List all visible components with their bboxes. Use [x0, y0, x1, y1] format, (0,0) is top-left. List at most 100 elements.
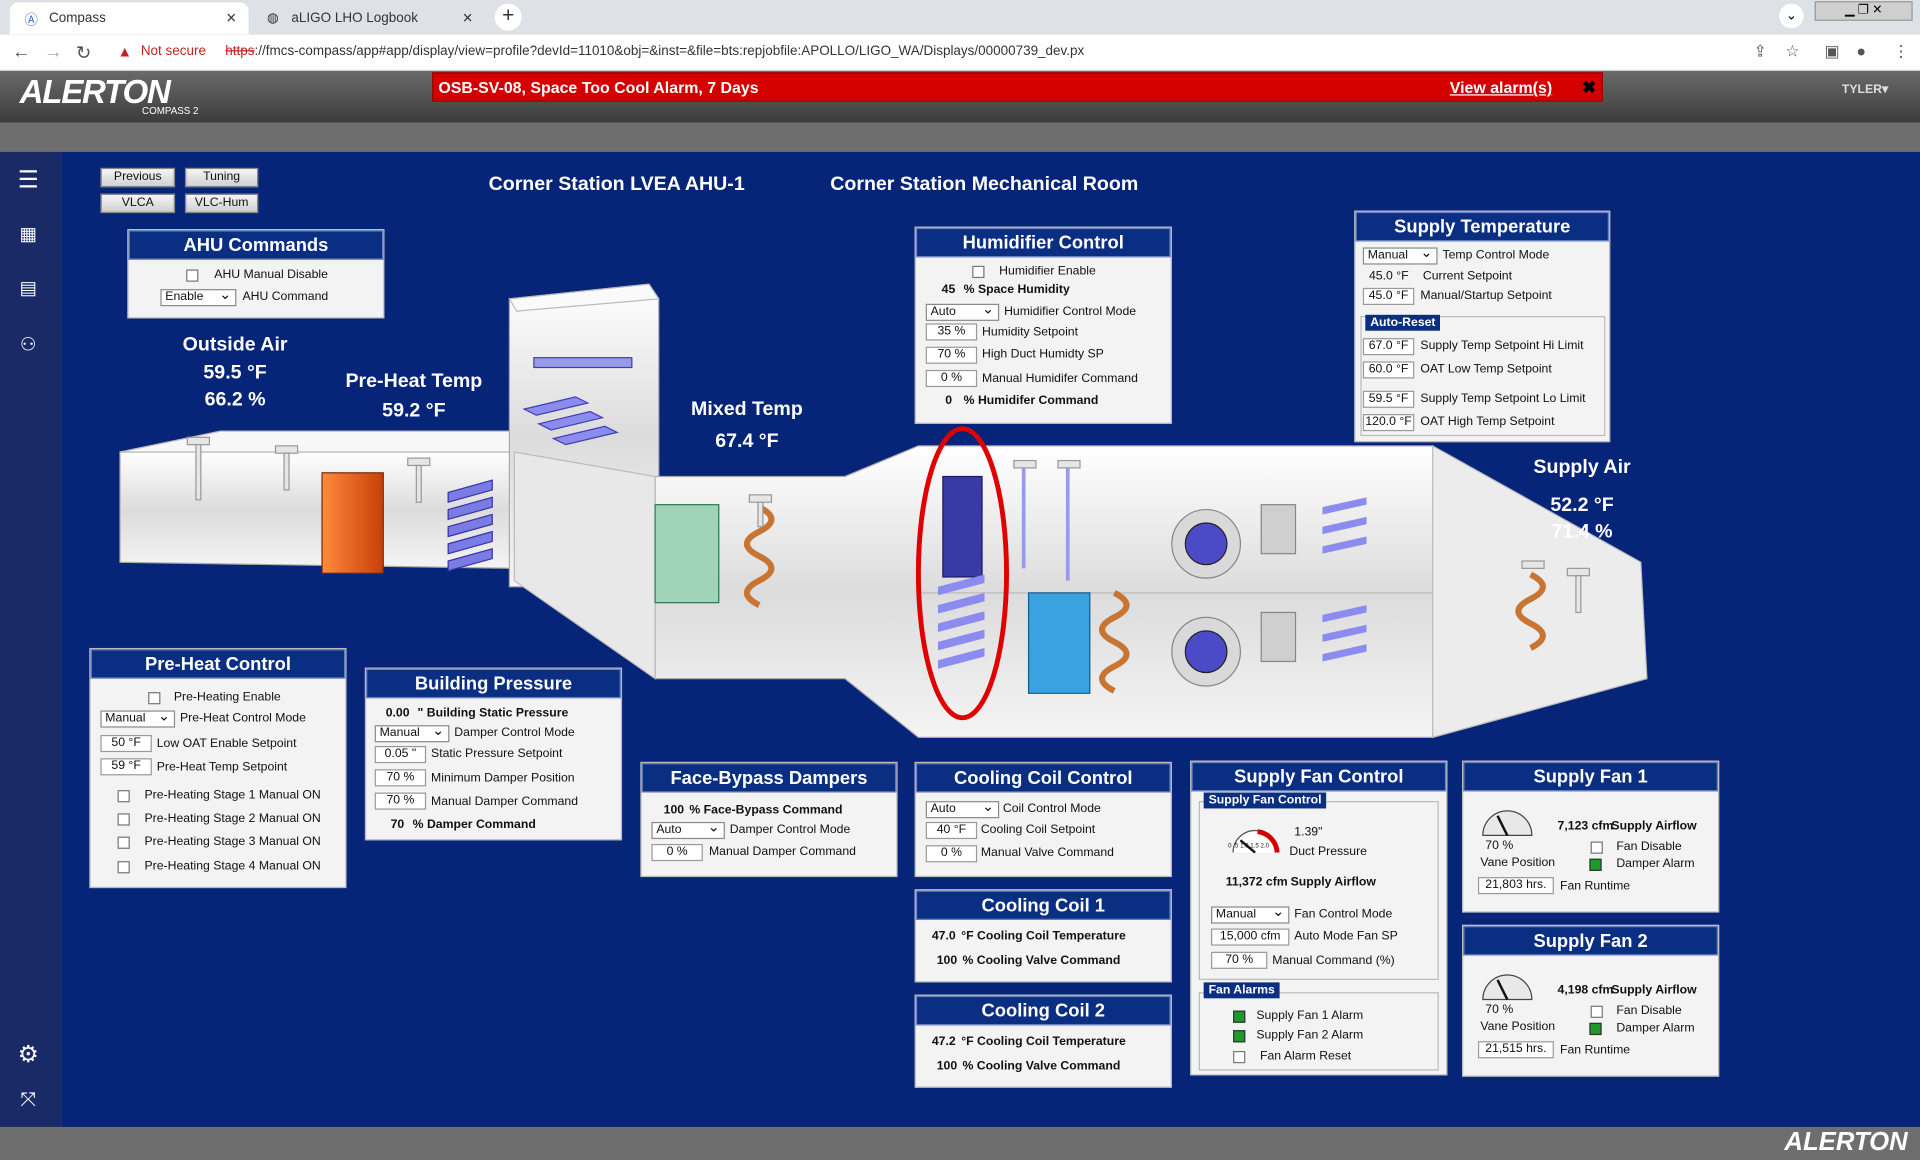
close-tab-icon[interactable]: ×	[226, 7, 236, 27]
close-tab-icon[interactable]: ×	[463, 7, 473, 27]
oat-low-setpoint-input[interactable]: 60.0 °F	[1362, 361, 1415, 379]
ahu-manual-disable-checkbox[interactable]	[186, 269, 199, 282]
fan-1-runtime-value: 21,803 hrs.	[1477, 877, 1554, 895]
fan-control-mode-select[interactable]: Manual	[1211, 904, 1290, 924]
cooling-coil-icon	[1027, 592, 1091, 694]
outside-air-label: Outside Air	[182, 334, 288, 356]
tab-search-icon[interactable]: ⌄	[1779, 3, 1804, 29]
temp-control-mode-select[interactable]: Manual	[1362, 245, 1438, 265]
preheat-mode-select[interactable]: Manual	[100, 708, 176, 728]
fan-1-alarm-label: Supply Fan 1 Alarm	[1256, 1009, 1364, 1023]
side-panel-icon[interactable]: ▣	[1824, 42, 1839, 62]
high-duct-humidity-input[interactable]: 70 %	[925, 346, 978, 364]
ahu-command-select[interactable]: Enable	[160, 287, 237, 307]
hamburger-menu-icon[interactable]: ☰	[13, 167, 42, 196]
panel-title: Face-Bypass Dampers	[641, 763, 897, 793]
face-bypass-manual-input[interactable]: 0 %	[651, 843, 703, 862]
coil-2-temp-value: 47.2	[931, 1035, 956, 1049]
temp-lo-limit-input[interactable]: 59.5 °F	[1362, 390, 1415, 408]
face-bypass-mode-select[interactable]: Auto	[651, 819, 725, 840]
bookmark-star-icon[interactable]: ☆	[1785, 42, 1799, 62]
manual-damper-input[interactable]: 70 %	[374, 792, 427, 810]
manual-humidifier-input[interactable]: 0 %	[925, 369, 978, 388]
panel-title: Supply Temperature	[1355, 211, 1609, 242]
preheat-enable-checkbox[interactable]	[148, 692, 161, 705]
stage-3-label: Pre-Heating Stage 3 Manual ON	[144, 835, 321, 849]
temp-hi-limit-input[interactable]: 67.0 °F	[1362, 338, 1415, 356]
manual-valve-input[interactable]: 0 %	[925, 845, 978, 863]
alarm-text: OSB-SV-08, Space Too Cool Alarm, 7 Days	[438, 78, 759, 97]
menu-kebab-icon[interactable]: ⋮	[1893, 42, 1909, 62]
manual-startup-setpoint-input[interactable]: 45.0 °F	[1362, 287, 1415, 306]
humidity-setpoint-input[interactable]: 35 %	[925, 323, 978, 341]
schedule-calendar-icon[interactable]: ▤	[13, 277, 42, 306]
vlca-button[interactable]: VLCA	[100, 193, 176, 214]
profile-icon[interactable]: ●	[1856, 42, 1866, 60]
tab-label: Compass	[48, 11, 106, 26]
share-icon[interactable]: ⇪	[1753, 42, 1766, 62]
reload-icon[interactable]: ↻	[76, 42, 91, 64]
cooling-coil-2-panel: Cooling Coil 2 47.2 °F Cooling Coil Temp…	[914, 994, 1172, 1088]
settings-gear-icon[interactable]: ⚙	[13, 1041, 42, 1070]
supply-temperature-panel: Supply Temperature Manual Temp Control M…	[1354, 210, 1611, 443]
face-bypass-command-value: 100	[663, 803, 685, 818]
user-menu[interactable]: TYLER▾	[1842, 83, 1888, 96]
fan-1-alarm-led	[1233, 1010, 1246, 1023]
fullscreen-icon[interactable]: ⤧	[13, 1090, 42, 1119]
humidifier-mode-label: Humidifier Control Mode	[1004, 305, 1137, 319]
network-tree-icon[interactable]: ⚇	[13, 333, 42, 362]
stage-3-checkbox[interactable]	[117, 836, 130, 849]
new-tab-button[interactable]: +	[494, 3, 522, 31]
mixed-temp-value: 67.4 °F	[715, 431, 779, 452]
cooling-coil-setpoint-input[interactable]: 40 °F	[925, 821, 978, 840]
manual-valve-label: Manual Valve Command	[980, 846, 1114, 860]
url-text[interactable]: https://fmcs-compass/app#app/display/vie…	[225, 44, 1084, 59]
previous-button[interactable]: Previous	[100, 167, 176, 188]
face-bypass-panel: Face-Bypass Dampers 100 % Face-Bypass Co…	[640, 761, 898, 878]
fan-1-disable-checkbox[interactable]	[1590, 841, 1603, 854]
oat-high-setpoint-input[interactable]: 120.0 °F	[1362, 414, 1415, 432]
tuning-button[interactable]: Tuning	[184, 167, 259, 188]
low-oat-setpoint-input[interactable]: 50 °F	[100, 734, 152, 753]
close-alarm-icon[interactable]: ✖	[1582, 77, 1596, 98]
cooling-coil-setpoint-label: Cooling Coil Setpoint	[980, 823, 1096, 837]
panel-title: Cooling Coil Control	[915, 763, 1171, 793]
cooling-coil-1-panel: Cooling Coil 1 47.0 °F Cooling Coil Temp…	[914, 889, 1172, 983]
humidifier-mode-select[interactable]: Auto	[925, 301, 1000, 321]
vlc-hum-button[interactable]: VLC-Hum	[184, 193, 259, 214]
stage-2-checkbox[interactable]	[117, 813, 130, 826]
tab-logbook[interactable]: ◍ aLIGO LHO Logbook ×	[252, 2, 485, 34]
supply-air-temp: 52.2 °F	[1550, 494, 1614, 516]
damper-mode-select[interactable]: Manual	[374, 723, 450, 743]
panel-title: Cooling Coil 2	[915, 995, 1171, 1026]
forward-icon[interactable]: →	[44, 42, 62, 63]
supply-airflow-label: Supply Airflow	[1290, 875, 1376, 890]
manual-command-input[interactable]: 70 %	[1211, 951, 1268, 969]
static-pressure-setpoint-input[interactable]: 0.05 "	[374, 745, 427, 764]
manual-humidifier-label: Manual Humidifer Command	[982, 372, 1138, 386]
window-controls[interactable]: ▁ ❐ ✕	[1814, 1, 1913, 21]
preheat-temp-value: 59.2 °F	[382, 400, 446, 422]
humidifier-control-panel: Humidifier Control Humidifier Enable 45 …	[914, 226, 1172, 424]
view-alarms-link[interactable]: View alarm(s)	[1450, 78, 1552, 96]
back-icon[interactable]: ←	[12, 42, 30, 63]
tab-compass[interactable]: Ⓐ Compass ×	[9, 2, 249, 35]
static-pressure-label: " Building Static Pressure	[417, 706, 569, 721]
humidity-setpoint-label: Humidity Setpoint	[982, 325, 1079, 340]
min-damper-label: Minimum Damper Position	[431, 771, 575, 786]
coil-control-mode-select[interactable]: Auto	[925, 799, 1000, 819]
vane-position-value: 70 %	[1485, 1003, 1514, 1017]
fan-2-damper-alarm-label: Damper Alarm	[1616, 1021, 1695, 1036]
stage-4-checkbox[interactable]	[117, 861, 130, 874]
min-damper-input[interactable]: 70 %	[374, 769, 427, 787]
preheat-setpoint-input[interactable]: 59 °F	[100, 758, 152, 776]
humidifier-enable-checkbox[interactable]	[972, 265, 985, 279]
fan-alarm-reset-checkbox[interactable]	[1233, 1050, 1246, 1064]
fan-1-disable-label: Fan Disable	[1616, 840, 1682, 854]
auto-mode-fan-sp-input[interactable]: 15,000 cfm	[1211, 928, 1290, 946]
stage-1-checkbox[interactable]	[117, 790, 130, 803]
panel-title: AHU Commands	[128, 230, 384, 260]
fan-2-disable-checkbox[interactable]	[1590, 1005, 1603, 1018]
grid-dashboard-icon[interactable]: ▦	[13, 223, 42, 252]
supply-airflow-value: 11,372 cfm	[1225, 875, 1288, 890]
